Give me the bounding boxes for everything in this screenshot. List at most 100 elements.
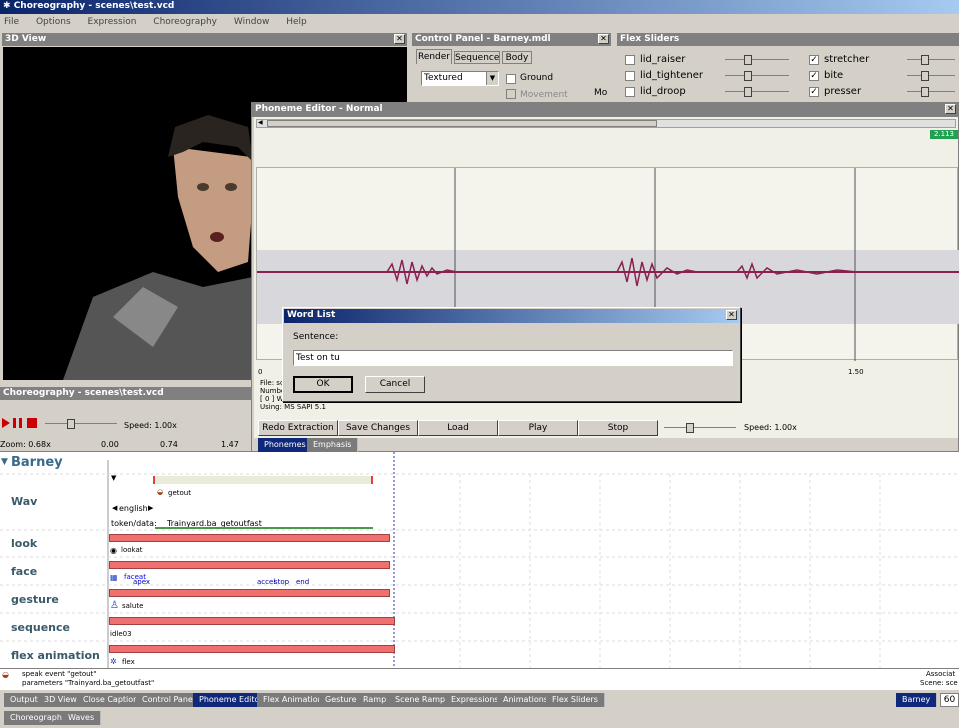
sentence-input[interactable]: Test on tu [293, 350, 733, 366]
menu-choreography[interactable]: Choreography [153, 17, 217, 27]
wav-collapse-icon[interactable]: ▼ [111, 474, 116, 482]
time-badge: 2.113 [930, 130, 958, 139]
face-event-bar[interactable] [109, 561, 390, 569]
event-lookat[interactable]: lookat [121, 546, 142, 554]
bite-label: bite [824, 70, 844, 81]
stretcher-checkbox[interactable]: ✓ [809, 55, 819, 65]
time-tick-1: 0.74 [160, 440, 178, 449]
presser-slider[interactable] [907, 87, 955, 97]
token-bar [155, 527, 373, 529]
wav-event-bar[interactable] [153, 476, 373, 484]
close-icon[interactable]: ✕ [598, 34, 609, 44]
bite-slider[interactable] [907, 71, 955, 81]
scrollbar-thumb[interactable] [267, 120, 657, 127]
gesture-event-bar[interactable] [109, 589, 390, 597]
actor-expand-icon[interactable]: ▼ [1, 457, 8, 467]
actor-name[interactable]: Barney [11, 455, 63, 470]
look-event-bar[interactable] [109, 534, 390, 542]
actor-tab-barney[interactable]: Barney [896, 693, 938, 707]
lid-raiser-slider[interactable] [725, 55, 789, 65]
more-label: Mo [594, 88, 608, 98]
flex-event-bar[interactable] [109, 645, 395, 653]
cancel-button[interactable]: Cancel [365, 376, 425, 393]
ground-checkbox[interactable] [506, 74, 516, 84]
row-label-face: face [11, 565, 38, 578]
stretcher-label: stretcher [824, 54, 870, 65]
stop-button[interactable] [27, 418, 37, 428]
app-icon: ✱ [3, 1, 14, 11]
choreo-speed-slider[interactable] [45, 419, 117, 429]
menu-expression[interactable]: Expression [88, 17, 137, 27]
event-flex[interactable]: flex [122, 658, 135, 666]
pause-button[interactable] [13, 418, 22, 428]
menu-help[interactable]: Help [286, 17, 307, 27]
english-left-arrow[interactable]: ◀ [112, 504, 117, 512]
tag-apex[interactable]: apex [133, 578, 150, 586]
event-idle03[interactable]: idle03 [110, 630, 132, 638]
lid-tightener-slider[interactable] [725, 71, 789, 81]
redo-extraction-button[interactable]: Redo Extraction [258, 420, 338, 436]
eye-icon: ◉ [110, 546, 117, 555]
tab-waves[interactable]: Waves [62, 711, 102, 725]
save-changes-button[interactable]: Save Changes [338, 420, 418, 436]
menu-file[interactable]: File [4, 17, 19, 27]
tab-ramp[interactable]: Ramp [357, 693, 394, 707]
word-list-dialog: Word List ✕ Sentence: Test on tu OK Cance… [282, 307, 741, 402]
tab-sequence[interactable]: Sequence [454, 51, 500, 64]
tab-flex-sliders[interactable]: Flex Sliders [546, 693, 605, 707]
tag-accel[interactable]: accel [257, 578, 275, 586]
tab-emphasis[interactable]: Emphasis [307, 438, 359, 452]
event-getout[interactable]: getout [168, 489, 191, 497]
close-icon[interactable]: ✕ [945, 104, 956, 114]
lid-tightener-checkbox[interactable] [625, 71, 635, 81]
view3d-title-bar: 3D View ✕ [2, 33, 407, 46]
load-button[interactable]: Load [418, 420, 498, 436]
lid-droop-slider[interactable] [725, 87, 789, 97]
word-list-title-bar: Word List ✕ [284, 309, 739, 323]
tag-end[interactable]: end [296, 578, 309, 586]
movement-checkbox[interactable] [506, 89, 516, 99]
menu-options[interactable]: Options [36, 17, 71, 27]
tab-body[interactable]: Body [502, 51, 532, 64]
presser-checkbox[interactable]: ✓ [809, 87, 819, 97]
event-salute[interactable]: salute [122, 602, 143, 610]
menu-window[interactable]: Window [234, 17, 270, 27]
close-icon[interactable]: ✕ [726, 310, 737, 320]
scene-label: Scene: sce [920, 679, 958, 687]
tab-close-caption[interactable]: Close Caption [77, 693, 146, 707]
tag-stop[interactable]: stop [274, 578, 289, 586]
lid-droop-checkbox[interactable] [625, 87, 635, 97]
tab-scene-ramp[interactable]: Scene Ramp [389, 693, 453, 707]
render-mode-select[interactable]: Textured ▼ [421, 71, 499, 86]
sequence-event-bar[interactable] [109, 617, 395, 625]
choreo-title: Choreography - scenes\test.vcd [3, 388, 164, 398]
stop-button[interactable]: Stop [578, 420, 658, 436]
bite-checkbox[interactable]: ✓ [809, 71, 819, 81]
row-label-look: look [11, 537, 38, 550]
sentence-label: Sentence: [293, 332, 339, 342]
status-line-1: speak event "getout" [22, 670, 97, 678]
horizontal-scrollbar[interactable]: ◀ [256, 119, 956, 128]
view3d-title: 3D View [5, 34, 47, 44]
tab-phonemes[interactable]: Phonemes [258, 438, 313, 452]
phoneme-speed-slider[interactable] [664, 423, 736, 433]
play-button[interactable]: Play [498, 420, 578, 436]
flex-sliders-title-bar: Flex Sliders [617, 33, 959, 46]
play-button[interactable] [2, 418, 10, 428]
scroll-left-icon[interactable]: ◀ [258, 119, 263, 126]
ok-button[interactable]: OK [293, 376, 353, 393]
stretcher-slider[interactable] [907, 55, 955, 65]
english-right-arrow[interactable]: ▶ [148, 504, 153, 512]
close-icon[interactable]: ✕ [394, 34, 405, 44]
lid-raiser-checkbox[interactable] [625, 55, 635, 65]
phoneme-editor-title-bar: Phoneme Editor - Normal ✕ [252, 103, 958, 117]
row-label-gesture: gesture [11, 593, 59, 606]
tick-label-start: 0 [258, 368, 263, 376]
token-label: token/data: [111, 519, 157, 528]
gesture-icon: ♙ [110, 600, 119, 611]
corner-number: 60 [940, 693, 959, 707]
lid-raiser-label: lid_raiser [640, 54, 686, 65]
movement-label: Movement [520, 90, 568, 100]
tab-render[interactable]: Render [416, 49, 452, 64]
chevron-down-icon[interactable]: ▼ [486, 72, 498, 85]
